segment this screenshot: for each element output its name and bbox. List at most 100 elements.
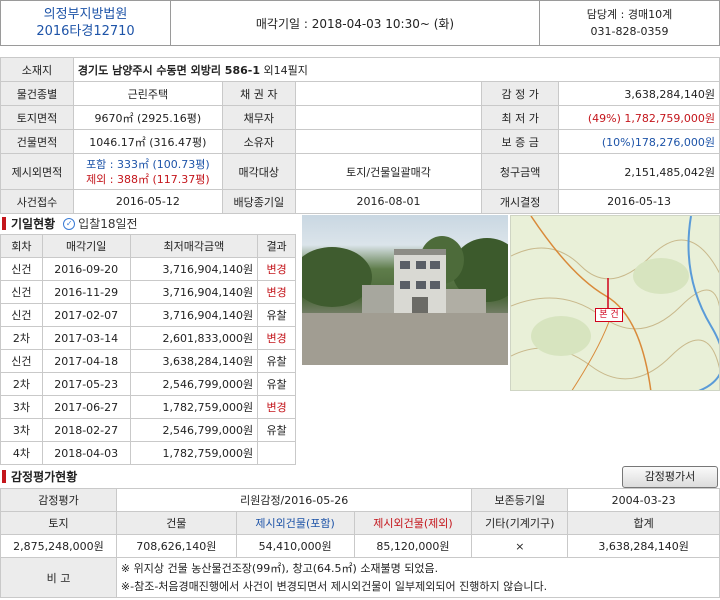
date: 2017-06-27 — [41, 395, 131, 419]
round: 신건 — [0, 280, 43, 304]
amount: 3,716,904,140원 — [129, 280, 259, 304]
case-header: 의정부지방법원 2016타경12710 매각기일 : 2018-04-03 10… — [0, 0, 720, 46]
date: 2018-04-03 — [41, 441, 131, 465]
eval-header: 건물 — [115, 511, 237, 535]
days-left-text: 입찰18일전 — [78, 217, 138, 231]
amount: 2,546,799,000원 — [129, 418, 259, 442]
amount: 3,638,284,140원 — [129, 349, 259, 373]
result — [257, 441, 296, 465]
address-text: 경기도 남양주시 수동면 외방리 586-1 — [77, 63, 260, 77]
appraisal-value: 3,638,284,140원 — [558, 81, 720, 106]
deposit-label: 보 증 금 — [481, 129, 560, 154]
eval-value: 2,875,248,000원 — [0, 534, 117, 558]
result: 유찰 — [257, 349, 296, 373]
receipt-label: 사건접수 — [0, 189, 74, 214]
round: 신건 — [0, 349, 43, 373]
history-title-text: 기일현황 — [11, 217, 56, 231]
check-icon: ✓ — [63, 217, 76, 230]
amount: 3,716,904,140원 — [129, 257, 259, 281]
note-value: ※ 위지상 건물 농산물건조장(99㎡), 창고(64.5㎡) 소재불명 되었음… — [115, 557, 720, 598]
min-price-label: 최 저 가 — [481, 105, 560, 130]
eval-header: 제시외건물(포함) — [235, 511, 355, 535]
dept-label: 담당계 : 경매10계 — [586, 8, 673, 21]
result: 변경 — [257, 257, 296, 281]
dividend-label: 배당종기일 — [221, 189, 296, 214]
history-table: 회차 매각기일 최저매각금액 결과 신건 2016-09-20 3,716,904,… — [0, 234, 296, 465]
result: 유찰 — [257, 372, 296, 396]
creditor-label: 채 권 자 — [221, 81, 296, 106]
amount: 1,782,759,000원 — [129, 395, 259, 419]
days-left: ✓ 입찰18일전 — [63, 215, 138, 232]
appraisal-report-button[interactable]: 감정평가서 — [622, 466, 718, 488]
building-area-value: 1046.17㎡ (316.47평) — [72, 129, 223, 154]
appraisal-agency-label: 감정평가 — [0, 488, 117, 512]
date: 2017-05-23 — [41, 372, 131, 396]
debtor-label: 채무자 — [221, 105, 296, 130]
result: 변경 — [257, 395, 296, 419]
address-extra: 외14필지 — [263, 63, 308, 77]
terrain-map — [511, 216, 719, 390]
round: 신건 — [0, 303, 43, 327]
eval-header: 합계 — [567, 511, 720, 535]
round: 4차 — [0, 441, 43, 465]
history-header: 결과 — [257, 234, 296, 258]
date: 2018-02-27 — [41, 418, 131, 442]
court-box: 의정부지방법원 2016타경12710 — [1, 1, 171, 45]
type-value: 근린주택 — [72, 81, 223, 106]
start-value: 2016-05-13 — [558, 189, 720, 214]
round: 3차 — [0, 418, 43, 442]
history-header: 매각기일 — [41, 234, 131, 258]
case-number: 2016타경12710 — [36, 24, 135, 39]
auction-date: 매각기일 : 2018-04-03 10:30~ (화) — [255, 16, 455, 31]
date: 2017-03-14 — [41, 326, 131, 350]
deposit-value: (10%)178,276,000원 — [558, 129, 720, 154]
appraisal-label: 감 정 가 — [481, 81, 560, 106]
history-header: 회차 — [0, 234, 43, 258]
eval-value: × — [471, 534, 569, 558]
result: 유찰 — [257, 303, 296, 327]
date: 2017-02-07 — [41, 303, 131, 327]
amount: 3,716,904,140원 — [129, 303, 259, 327]
appraisal-table: 감정평가 리원감정/2016-05-26 보존등기일 2004-03-23 토지… — [0, 488, 720, 598]
owner-value — [294, 129, 483, 154]
property-info-table: 소재지 경기도 남양주시 수동면 외방리 586-1 외14필지 물건종별 근린… — [0, 57, 720, 214]
building-area-label: 건물면적 — [0, 129, 74, 154]
appraisal-title-text: 감정평가현황 — [11, 470, 78, 484]
table-row: 신건 2017-02-07 3,716,904,140원 유찰 — [0, 303, 296, 327]
excl-included: 포함 : 333㎡ (100.73평) — [86, 157, 210, 171]
start-label: 개시결정 — [481, 189, 560, 214]
map-marker-label: 본 건 — [595, 308, 623, 322]
appraisal-agency-value: 리원감정/2016-05-26 — [115, 488, 473, 512]
round: 신건 — [0, 257, 43, 281]
receipt-value: 2016-05-12 — [72, 189, 223, 214]
preserve-value: 2004-03-23 — [567, 488, 720, 512]
address-label: 소재지 — [0, 57, 74, 82]
result: 유찰 — [257, 418, 296, 442]
table-row: 3차 2018-02-27 2,546,799,000원 유찰 — [0, 418, 296, 442]
history-title: 기일현황 ✓ 입찰18일전 — [2, 215, 138, 232]
sale-target-value: 토지/건물일괄매각 — [294, 153, 483, 190]
table-row: 2차 2017-03-14 2,601,833,000원 변경 — [0, 326, 296, 350]
excl-area-label: 제시외면적 — [0, 153, 74, 190]
property-photo[interactable] — [302, 215, 508, 365]
eval-value: 54,410,000원 — [235, 534, 355, 558]
date: 2016-09-20 — [41, 257, 131, 281]
round: 3차 — [0, 395, 43, 419]
eval-header: 기타(기계기구) — [471, 511, 569, 535]
eval-header: 토지 — [0, 511, 117, 535]
excl-area-value: 포함 : 333㎡ (100.73평) 제외 : 388㎡ (117.37평) — [72, 153, 223, 190]
note-line: ※-참조-처음경매진행에서 사건이 변경되면서 제시외건물이 일부제외되어 진행… — [120, 579, 548, 593]
eval-value: 708,626,140원 — [115, 534, 237, 558]
eval-value: 85,120,000원 — [353, 534, 473, 558]
table-row: 신건 2017-04-18 3,638,284,140원 유찰 — [0, 349, 296, 373]
section-bar — [2, 217, 6, 230]
result: 변경 — [257, 280, 296, 304]
preserve-label: 보존등기일 — [471, 488, 569, 512]
address-value: 경기도 남양주시 수동면 외방리 586-1 외14필지 — [72, 57, 720, 82]
table-row: 신건 2016-09-20 3,716,904,140원 변경 — [0, 257, 296, 281]
eval-header: 제시외건물(제외) — [353, 511, 473, 535]
claim-label: 청구금액 — [481, 153, 560, 190]
location-map[interactable]: 본 건 — [510, 215, 720, 391]
note-line: ※ 위지상 건물 농산물건조장(99㎡), 창고(64.5㎡) 소재불명 되었음… — [120, 561, 439, 575]
date: 2016-11-29 — [41, 280, 131, 304]
